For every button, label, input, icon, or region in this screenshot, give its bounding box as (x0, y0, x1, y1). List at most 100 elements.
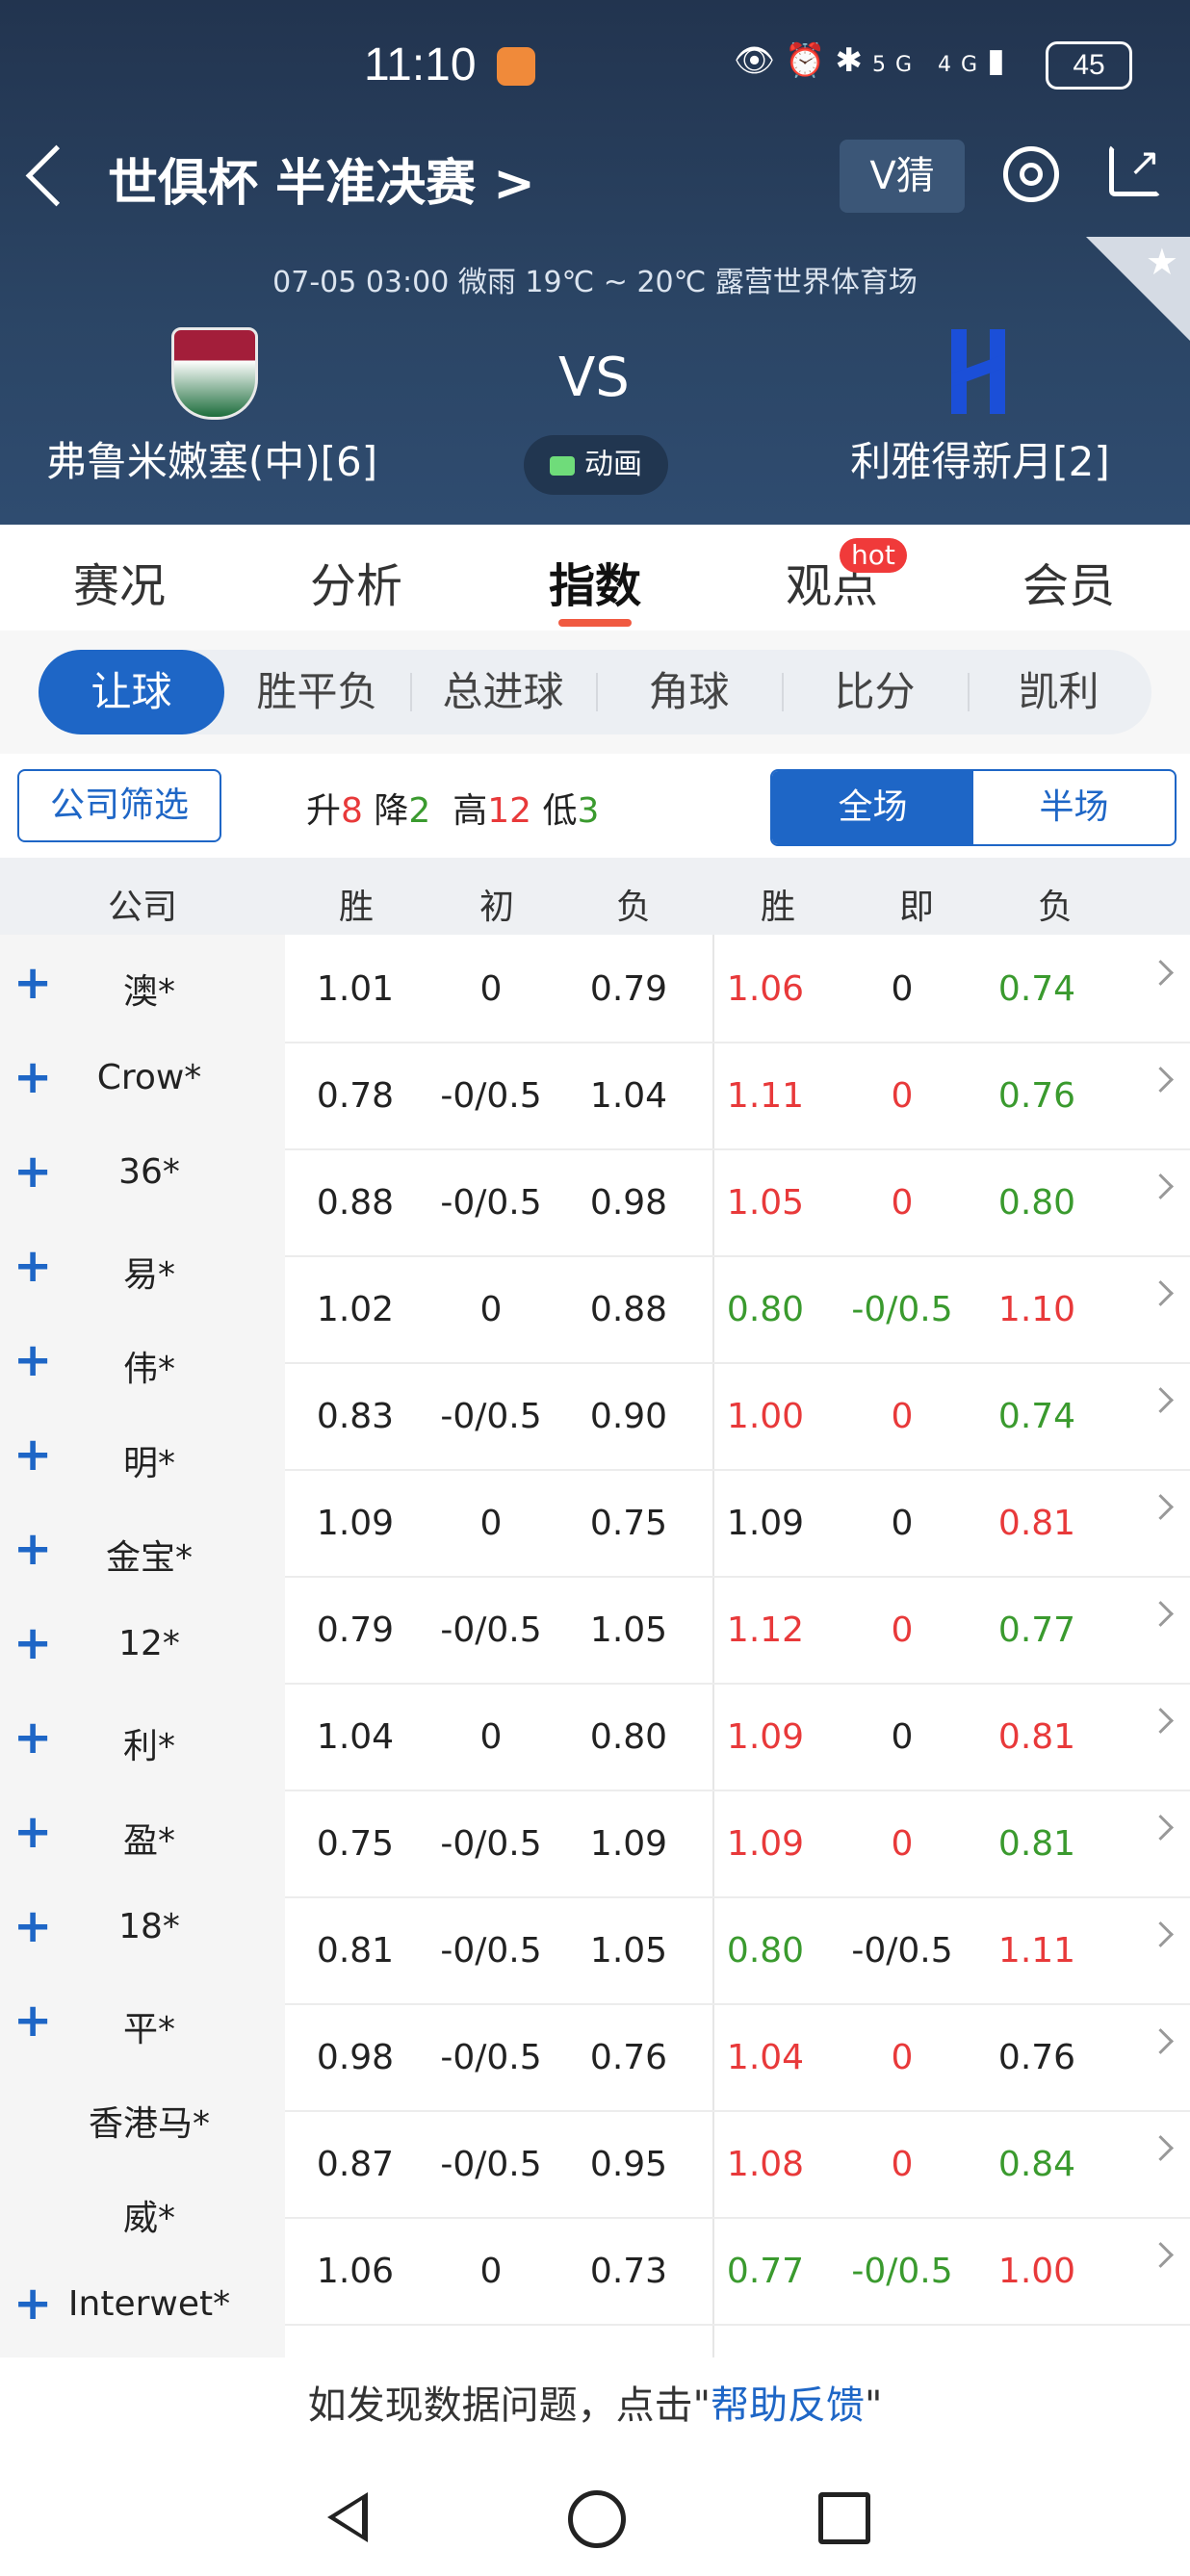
nav-recents-icon[interactable] (818, 2492, 870, 2544)
company-cell[interactable]: + 易* (0, 1218, 285, 1312)
chevron-right-icon[interactable] (1148, 1601, 1174, 1627)
company-cell[interactable]: +12* (0, 1595, 285, 1689)
v-guess-button[interactable]: V猜 (840, 140, 965, 213)
expand-plus-icon[interactable]: + (13, 1805, 52, 1859)
chevron-right-icon[interactable] (1148, 2242, 1174, 2268)
company-filter-button[interactable]: 公司筛选 (17, 769, 221, 842)
chevron-right-icon[interactable] (1148, 2135, 1174, 2161)
company-cell[interactable]: +36* (0, 1123, 285, 1218)
expand-plus-icon[interactable]: + (13, 1711, 52, 1765)
table-row[interactable]: 1.06 0 0.73 0.77 -0/0.5 1.00 (285, 2217, 1190, 2326)
table-row[interactable]: 1.09 0 0.75 1.09 0 0.81 (285, 1469, 1190, 1578)
page-title[interactable]: 世俱杯 半准决赛 > (108, 142, 535, 215)
subtab-handicap[interactable]: 让球 (39, 650, 224, 734)
odds-cell: 0.73 (589, 2252, 668, 2291)
table-row[interactable]: 0.98 -0/0.5 0.76 1.04 0 0.76 (285, 2003, 1190, 2112)
odds-cell: 0 (891, 1717, 914, 1757)
odds-cell: 0.81 (997, 1717, 1076, 1757)
table-row[interactable]: 0.75 -0/0.5 1.09 1.09 0 0.81 (285, 1790, 1190, 1898)
nav-back-icon[interactable] (327, 2492, 368, 2542)
full-time-button[interactable]: 全场 (772, 771, 973, 844)
filter-row: 公司筛选 升8 降2 高12 低3 全场 半场 (0, 754, 1190, 858)
expand-plus-icon[interactable]: + (13, 1428, 52, 1481)
company-cell[interactable]: + 利* (0, 1689, 285, 1784)
star-icon[interactable]: ★ (1146, 241, 1178, 283)
expand-plus-icon[interactable]: + (13, 956, 52, 1010)
help-feedback-link[interactable]: 帮助反馈 (711, 2383, 865, 2428)
tab-analysis[interactable]: 分析 (260, 548, 453, 615)
table-row[interactable]: 1.01 0 0.79 1.06 0 0.74 (285, 935, 1190, 1043)
odds-cell: 0 (479, 1717, 503, 1757)
tab-status[interactable]: 赛况 (23, 548, 216, 615)
chevron-right-icon[interactable] (1148, 1494, 1174, 1520)
odds-cell: 0.79 (589, 969, 668, 1009)
back-icon[interactable] (25, 144, 88, 207)
animation-button[interactable]: 动画 (524, 435, 668, 495)
half-time-button[interactable]: 半场 (973, 771, 1175, 844)
odds-cell: 1.12 (726, 1610, 805, 1650)
company-cell[interactable]: 威* (0, 2161, 285, 2255)
table-row[interactable]: 0.83 -0/0.5 0.90 1.00 0 0.74 (285, 1362, 1190, 1471)
nav-home-icon[interactable] (568, 2490, 626, 2548)
expand-plus-icon[interactable]: + (13, 1145, 52, 1198)
subtab-1x2[interactable]: 胜平负 (224, 650, 410, 734)
chevron-right-icon[interactable] (1148, 1067, 1174, 1093)
expand-plus-icon[interactable]: + (13, 1899, 52, 1953)
chevron-right-icon[interactable] (1148, 1708, 1174, 1734)
table-row[interactable]: 1.04 0 0.80 1.09 0 0.81 (285, 1683, 1190, 1791)
table-row[interactable]: 0.87 -0/0.5 0.95 1.08 0 0.84 (285, 2110, 1190, 2219)
odds-cell: 0 (479, 2252, 503, 2291)
company-cell[interactable]: + Interwet* (0, 2255, 285, 2350)
high-count: 12 (487, 791, 532, 831)
table-row[interactable]: 0.79 -0/0.5 1.05 1.12 0 0.77 (285, 1576, 1190, 1685)
away-team-name[interactable]: 利雅得新月[2] (770, 429, 1190, 488)
status-time: 11:10 (364, 39, 477, 90)
table-row[interactable]: 0.81 -0/0.5 1.05 0.80 -0/0.5 1.11 (285, 1896, 1190, 2005)
company-cell[interactable]: + 澳* (0, 935, 285, 1029)
up-count: 8 (341, 791, 363, 831)
chevron-right-icon[interactable] (1148, 1173, 1174, 1199)
table-row[interactable]: 0.88 -0/0.5 0.98 1.05 0 0.80 (285, 1148, 1190, 1257)
company-cell[interactable]: 香港马* (0, 2067, 285, 2161)
company-cell[interactable]: + 金宝* (0, 1501, 285, 1595)
expand-plus-icon[interactable]: + (13, 1994, 52, 2048)
away-team-logo[interactable] (944, 325, 1013, 418)
company-cell[interactable]: + Crow* (0, 1029, 285, 1123)
expand-plus-icon[interactable]: + (13, 1616, 52, 1670)
home-team-name[interactable]: 弗鲁米嫩塞(中)[6] (0, 429, 424, 488)
expand-plus-icon[interactable]: + (13, 2277, 52, 2331)
odds-cell: 1.04 (316, 1717, 395, 1757)
subtab-kelly[interactable]: 凯利 (966, 650, 1151, 734)
tab-member[interactable]: 会员 (972, 548, 1165, 615)
company-cell[interactable]: + 平* (0, 1972, 285, 2067)
company-cell[interactable]: + 明* (0, 1406, 285, 1501)
chevron-right-icon[interactable] (1148, 1921, 1174, 1947)
company-cell[interactable]: + 盈* (0, 1784, 285, 1878)
expand-plus-icon[interactable]: + (13, 1239, 52, 1293)
odds-cell: 0 (479, 1290, 503, 1329)
odds-cell: 0.80 (997, 1183, 1076, 1223)
subtab-score[interactable]: 比分 (782, 650, 968, 734)
table-row[interactable]: 0.78 -0/0.5 1.04 1.11 0 0.76 (285, 1042, 1190, 1150)
expand-plus-icon[interactable]: + (13, 1050, 52, 1104)
odds-cell: 0.84 (997, 2145, 1076, 2184)
subtab-corners[interactable]: 角球 (596, 650, 782, 734)
odds-cell: 0 (891, 1504, 914, 1543)
chevron-right-icon[interactable] (1148, 1280, 1174, 1306)
expand-plus-icon[interactable]: + (13, 1522, 52, 1576)
tab-odds[interactable]: 指数 (499, 548, 691, 615)
company-cell[interactable]: + 伟* (0, 1312, 285, 1406)
odds-cell: 1.04 (726, 2038, 805, 2077)
battery-indicator: 45 (1046, 41, 1132, 90)
table-row[interactable]: 1.02 0 0.88 0.80 -0/0.5 1.10 (285, 1255, 1190, 1364)
company-cell[interactable]: +18* (0, 1878, 285, 1972)
target-icon[interactable] (1003, 146, 1059, 202)
subtab-total-goals[interactable]: 总进球 (410, 650, 596, 734)
chevron-right-icon[interactable] (1148, 2028, 1174, 2054)
odds-cell: 1.02 (316, 1290, 395, 1329)
expand-plus-icon[interactable]: + (13, 1333, 52, 1387)
chevron-right-icon[interactable] (1148, 960, 1174, 986)
chevron-right-icon[interactable] (1148, 1387, 1174, 1413)
home-team-logo[interactable] (171, 327, 258, 420)
chevron-right-icon[interactable] (1148, 1815, 1174, 1841)
